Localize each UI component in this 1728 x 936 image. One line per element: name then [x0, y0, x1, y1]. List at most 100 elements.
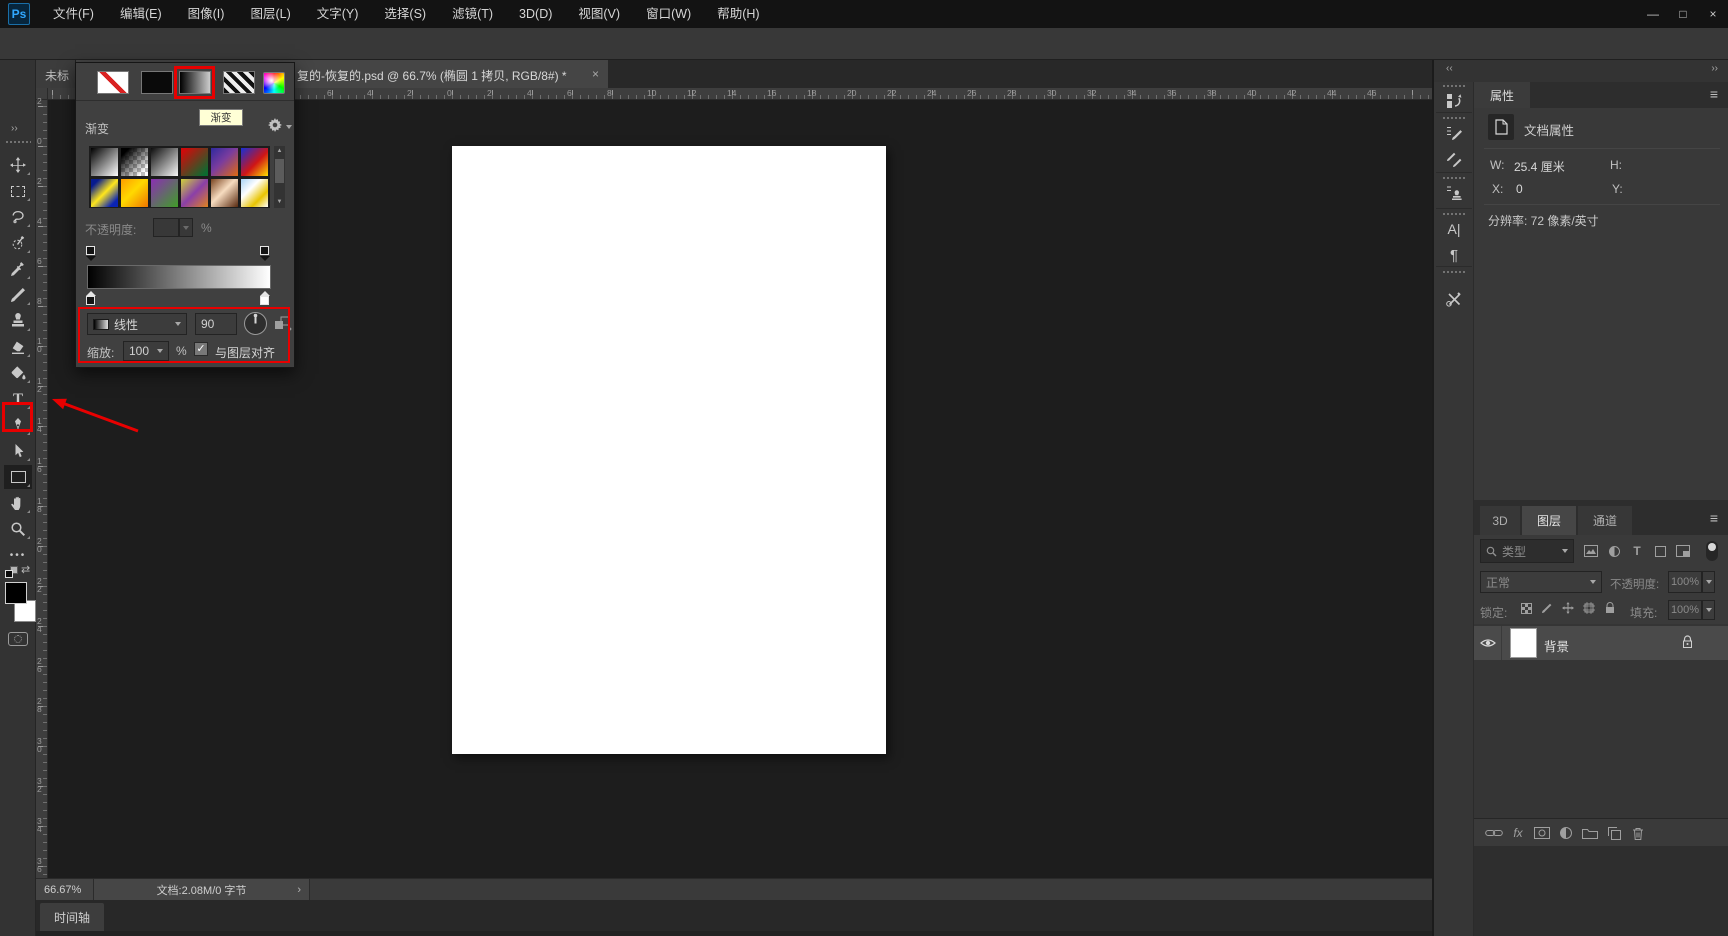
doc-width-value[interactable]: 25.4 厘米 [1514, 158, 1565, 175]
default-colors-icon[interactable] [5, 566, 19, 580]
history-panel-icon[interactable] [1443, 90, 1465, 112]
menu-item-10[interactable]: 窗口(W) [633, 0, 704, 28]
close-window-button[interactable]: × [1698, 0, 1728, 28]
new-adjustment-layer-button[interactable] [1556, 823, 1576, 843]
gradient-preset-8[interactable] [120, 178, 149, 208]
color-picker-button[interactable] [263, 72, 285, 94]
quick-mask-button[interactable] [8, 632, 28, 646]
brushes-panel-icon[interactable] [1443, 148, 1465, 170]
lock-all-button[interactable] [1602, 600, 1618, 616]
tab-channels[interactable]: 通道 [1578, 506, 1632, 535]
gradient-preset-7[interactable] [90, 178, 119, 208]
clone-stamp-tool[interactable] [4, 309, 32, 333]
gradient-preset-3[interactable] [150, 147, 179, 177]
blend-mode-dropdown[interactable]: 正常 [1480, 571, 1602, 593]
eraser-tool[interactable] [4, 335, 32, 359]
properties-tab[interactable]: 属性 [1474, 82, 1530, 108]
new-layer-button[interactable] [1604, 823, 1624, 843]
menu-item-11[interactable]: 帮助(H) [704, 0, 772, 28]
timeline-tab[interactable]: 时间轴 [40, 903, 104, 931]
scroll-up-icon[interactable]: ▲ [274, 146, 285, 156]
delete-layer-button[interactable] [1628, 823, 1648, 843]
panel-strip-grip[interactable] [1442, 176, 1466, 180]
layer-fill-caret[interactable] [1702, 600, 1715, 620]
maximize-window-button[interactable]: □ [1668, 0, 1698, 28]
gradient-preset-12[interactable] [240, 178, 269, 208]
layer-filter-dropdown[interactable]: 类型 [1480, 539, 1574, 563]
layer-name[interactable]: 背景 [1544, 636, 1569, 655]
menu-item-6[interactable]: 选择(S) [371, 0, 439, 28]
menu-item-1[interactable]: 文件(F) [40, 0, 107, 28]
close-tab-icon[interactable]: × [592, 67, 599, 81]
rectangle-tool[interactable] [4, 465, 32, 489]
move-tool[interactable] [4, 153, 32, 177]
lock-transparent-pixels-button[interactable] [1518, 600, 1534, 616]
tools-grip[interactable] [5, 140, 31, 143]
panel-strip-grip[interactable] [1442, 270, 1466, 274]
layer-opacity-field[interactable]: 100% [1668, 571, 1702, 593]
doc-x-value[interactable]: 0 [1516, 182, 1523, 196]
opacity-stop-right[interactable] [260, 246, 269, 255]
gradient-preset-6[interactable] [240, 147, 269, 177]
gradient-preset-1[interactable] [90, 147, 119, 177]
menu-item-8[interactable]: 3D(D) [506, 0, 565, 28]
lock-artboard-button[interactable] [1581, 600, 1597, 616]
swap-colors-icon[interactable]: ⇄ [21, 563, 30, 576]
quick-selection-tool[interactable] [4, 231, 32, 255]
layers-menu-icon[interactable]: ≡ [1710, 510, 1718, 526]
zoom-tool[interactable] [4, 517, 32, 541]
shape-layer-filter-icon[interactable] [1651, 543, 1669, 559]
status-chevron-icon[interactable]: › [297, 884, 301, 896]
scrollbar-thumb[interactable] [275, 159, 284, 183]
gradient-preset-10[interactable] [180, 178, 209, 208]
hand-tool[interactable] [4, 491, 32, 515]
filter-toggle[interactable] [1706, 541, 1718, 561]
panel-strip-grip[interactable] [1442, 116, 1466, 120]
menu-item-4[interactable]: 图层(L) [237, 0, 303, 28]
minimize-window-button[interactable]: — [1638, 0, 1668, 28]
tools-panel-icon[interactable] [1443, 288, 1465, 310]
layer-row-background[interactable]: 背景 [1474, 626, 1728, 660]
color-stop-right[interactable] [260, 296, 269, 305]
menu-item-2[interactable]: 编辑(E) [107, 0, 175, 28]
fill-solid-button[interactable] [141, 71, 173, 94]
brush-tool[interactable] [4, 283, 32, 307]
brush-settings-panel-icon[interactable] [1443, 122, 1465, 144]
type-layer-filter-icon[interactable]: T [1628, 543, 1646, 559]
menu-item-5[interactable]: 文字(Y) [304, 0, 372, 28]
foreground-color-swatch[interactable] [5, 582, 27, 604]
layer-opacity-caret[interactable] [1702, 571, 1715, 593]
gradient-preset-4[interactable] [180, 147, 209, 177]
fill-none-button[interactable] [97, 71, 129, 94]
type-tool[interactable]: T [4, 387, 32, 411]
lock-position-button[interactable] [1560, 600, 1576, 616]
vertical-ruler[interactable]: 2 0 2 4 6 8 1 0 1 2 1 4 1 6 1 8 2 0 2 2 2 4 2 6 2 8 3 0 3… [36, 97, 48, 878]
tab-3d[interactable]: 3D [1480, 506, 1520, 535]
fill-pattern-button[interactable] [223, 71, 255, 94]
character-panel-icon[interactable]: A| [1443, 218, 1465, 240]
adjustment-layer-filter-icon[interactable] [1605, 543, 1623, 559]
menu-item-7[interactable]: 滤镜(T) [439, 0, 506, 28]
path-selection-tool[interactable] [4, 439, 32, 463]
gradient-preset-5[interactable] [210, 147, 239, 177]
opacity-stop-left[interactable] [86, 246, 95, 255]
pen-tool[interactable] [4, 413, 32, 437]
lock-image-pixels-button[interactable] [1539, 600, 1555, 616]
gradient-preset-11[interactable] [210, 178, 239, 208]
layer-visibility-toggle[interactable] [1474, 626, 1502, 660]
paragraph-panel-icon[interactable]: ¶ [1443, 244, 1465, 266]
document-canvas[interactable] [452, 146, 886, 754]
collapse-tools-icon[interactable]: ›› [11, 123, 18, 134]
document-info[interactable]: 文档:2.08M/0 字节 › [94, 879, 310, 900]
expand-panel-strip-icon[interactable]: ‹‹ [1446, 63, 1453, 74]
panel-strip-grip[interactable] [1442, 212, 1466, 216]
collapse-dock-icon[interactable]: ›› [1711, 63, 1718, 74]
document-tab-partial[interactable]: 未标 [36, 60, 76, 88]
link-layers-button[interactable] [1484, 823, 1504, 843]
paint-bucket-tool[interactable] [4, 361, 32, 385]
panel-strip-grip[interactable] [1442, 84, 1466, 88]
scroll-down-icon[interactable]: ▼ [274, 197, 285, 207]
gradient-preset-2[interactable] [120, 147, 149, 177]
rectangular-marquee-tool[interactable] [4, 179, 32, 203]
new-group-button[interactable] [1580, 823, 1600, 843]
